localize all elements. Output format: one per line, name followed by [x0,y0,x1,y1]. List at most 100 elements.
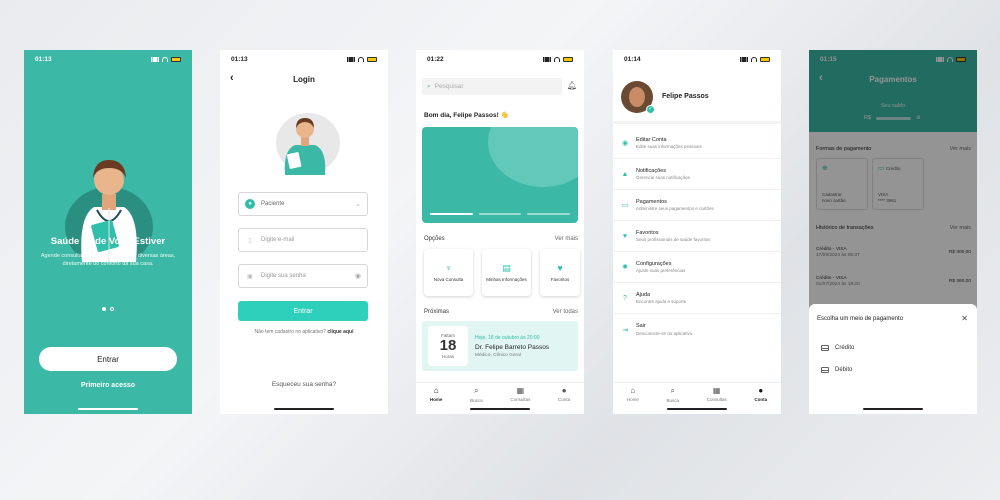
tab-bar: ⌂ Home ⌕ Busca ▦ Consultas ● Conta [416,382,584,404]
screen-payments: 01:15 ‹ Pagamentos Seu saldo R$ ⊘ Formas… [809,50,977,414]
wifi-icon [751,56,757,62]
tab-account[interactable]: ● Conta [558,386,570,404]
search-placeholder: Pesquisar [434,83,464,90]
heart-icon: ♥ [622,232,628,240]
options-see-more[interactable]: Ver mais [555,236,578,242]
search-input[interactable]: ⌕ Pesquisar [422,78,562,95]
close-icon[interactable]: ✕ [961,314,968,323]
onboarding-description: Agende consultas com profissionais de di… [40,253,176,267]
password-field[interactable]: ▣ Digite sua senha ◉ [238,264,368,288]
enter-button[interactable]: Entrar [39,347,177,371]
profile-header: ✓ Felipe Passos [613,72,781,124]
bell-icon: ▲ [621,170,629,178]
upcoming-header: Próximas Ver todas [424,309,578,315]
login-submit-button[interactable]: Entrar [238,301,368,321]
eye-icon[interactable]: ◉ [355,272,361,280]
first-access-link[interactable]: Primeiro acesso [24,382,192,389]
wifi-icon [162,56,168,62]
tab-home[interactable]: ⌂ Home [430,386,443,404]
lock-icon: ▣ [247,273,253,280]
user-icon: ● [245,199,255,209]
options-list: ♆ Nova Consulta ▤ Minhas Informações ♥ F… [424,249,580,296]
email-placeholder: Digite e-mail [261,237,295,243]
status-bar: 01:13 [220,50,388,68]
signal-icon [151,56,159,62]
logout-icon: ⇥ [622,326,628,334]
heart-icon: ♥ [557,262,563,273]
tab-search[interactable]: ⌕ Busca [667,386,680,404]
payment-method-sheet: Escolha um meio de pagamento ✕ Crédito D… [809,304,977,414]
page-dot[interactable] [110,307,114,311]
home-indicator [470,408,530,410]
status-time: 01:13 [231,55,248,63]
chevron-down-icon: ⌄ [355,201,361,208]
upcoming-see-all[interactable]: Ver todas [553,309,578,315]
option-new-appointment[interactable]: ♆ Nova Consulta [424,249,473,296]
home-indicator [78,408,138,410]
page-title: Login [293,74,315,84]
back-arrow-icon[interactable]: ‹ [230,72,234,84]
sheet-title: Escolha um meio de pagamento [817,316,904,322]
wifi-icon [358,56,364,62]
avatar[interactable]: ✓ [621,80,655,114]
profile-name: Felipe Passos [662,93,709,100]
signal-icon [543,56,551,62]
status-time: 01:22 [427,55,444,63]
menu-item-notifications[interactable]: ▲ Notificações Gerencie suas notificações [613,159,781,190]
signup-text: Não tem cadastro no aplicativo? clique a… [254,329,354,335]
forgot-password-link[interactable]: Esqueceu sua senha? [220,381,388,388]
home-icon: ⌂ [433,386,439,395]
help-icon: ? [623,294,627,302]
profile-select-value: Paciente [261,201,285,207]
clipboard-icon: ▤ [502,262,511,273]
home-indicator [274,408,334,410]
menu-item-help[interactable]: ? Ajuda Encontre ajuda e suporte [613,283,781,314]
menu-item-favorites[interactable]: ♥ Favoritos Seus profissionais de saúde f… [613,221,781,252]
menu-item-edit-account[interactable]: ◉ Editar Conta Edite suas informações pes… [613,128,781,159]
menu-item-settings[interactable]: ✹ Configurações Ajuste suas preferências [613,252,781,283]
screen-account: 01:14 ✓ Felipe Passos ◉ Editar Conta Edit… [613,50,781,414]
search-icon: ⌕ [427,82,431,90]
battery-icon [171,56,181,62]
home-icon: ⌂ [630,386,636,395]
home-indicator [863,408,923,410]
email-field[interactable]: ▯ Digite e-mail [238,228,368,252]
gear-icon: ✹ [622,264,628,271]
debit-card-icon [821,367,829,373]
screen-login: 01:13 ‹ Login ● Paciente ⌄ ▯ Digite e-ma… [220,50,388,414]
search-icon: ⌕ [474,386,479,395]
menu-item-payments[interactable]: ▭ Pagamentos Administre seus pagamentos e… [613,190,781,221]
user-icon: ● [758,386,764,395]
home-indicator [667,408,727,410]
banner-page-indicator [430,213,571,215]
sheet-option-debit[interactable]: Débito [821,367,852,373]
option-my-info[interactable]: ▤ Minhas Informações [482,249,531,296]
user-icon: ● [561,386,567,395]
appointment-card[interactable]: Faltam 18 Horas Hoje, 18 de outubro às 2… [422,321,578,371]
screen-home: 01:22 ⌕ Pesquisar 🔔︎ Bom dia, Felipe Pas… [416,50,584,414]
tab-account[interactable]: ● Conta [754,386,767,404]
screen-onboarding: 01:13 Saúde Onde Você Estiver Agende con… [24,50,192,414]
status-bar: 01:13 [24,50,192,68]
signup-link[interactable]: clique aqui [327,329,353,335]
signal-icon [347,56,355,62]
login-navbar: ‹ Login [220,68,388,90]
tab-search[interactable]: ⌕ Busca [470,386,483,404]
option-favorites[interactable]: ♥ Favoritos [540,249,580,296]
tab-appointments[interactable]: ▦ Consultas [707,386,727,404]
menu-item-logout[interactable]: ⇥ Sair Desconecte-se do aplicativo [613,314,781,345]
battery-icon [760,56,770,62]
signal-icon [740,56,748,62]
profile-select[interactable]: ● Paciente ⌄ [238,192,368,216]
stethoscope-icon: ♆ [445,262,452,273]
tab-home[interactable]: ⌂ Home [627,386,639,404]
password-placeholder: Digite sua senha [261,273,306,279]
tab-appointments[interactable]: ▦ Consultas [510,386,530,404]
sheet-option-credit[interactable]: Crédito [821,345,854,351]
bell-icon[interactable]: 🔔︎ [567,81,577,90]
page-dot-active[interactable] [102,307,106,311]
search-icon: ⌕ [670,386,676,395]
promo-banner[interactable] [422,127,578,223]
page-indicator [24,307,192,311]
calendar-icon: ▦ [516,386,525,395]
